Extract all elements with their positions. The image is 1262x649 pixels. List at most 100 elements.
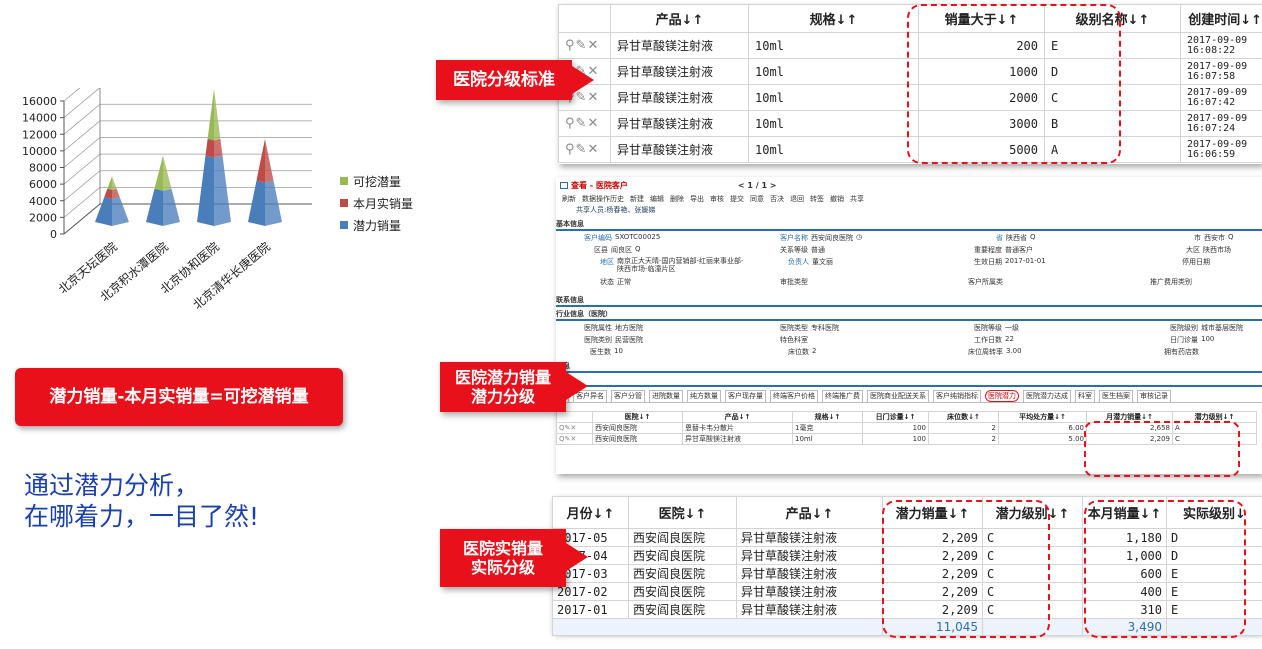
- legend-swatch-red: [340, 199, 348, 207]
- search-icon[interactable]: Q: [635, 245, 641, 255]
- col-header[interactable]: 规格↓↑: [792, 411, 863, 423]
- chart-legend: 可挖潜量 本月实销量 潜力销量: [340, 170, 413, 236]
- spec-cell: 10ml: [748, 58, 919, 85]
- legend-label: 潜力销量: [353, 218, 402, 233]
- record-pager[interactable]: < 1 / 1 >: [738, 181, 777, 190]
- field-label: 床位周转率: [968, 348, 1003, 356]
- field-label: 生效日期: [974, 258, 1002, 266]
- row-actions[interactable]: Q✎✕: [556, 422, 593, 434]
- tab[interactable]: 医生档案: [1099, 389, 1133, 402]
- pyramid-segment-right: [214, 138, 223, 158]
- toolbar-button[interactable]: 共享: [850, 194, 864, 204]
- col-header[interactable]: 床位数↓↑: [928, 411, 999, 423]
- totals-spacer: [552, 618, 883, 636]
- y-tick-label: 16000: [22, 95, 57, 108]
- grid-cell: 5.00: [998, 433, 1087, 445]
- search-icon[interactable]: Q: [1228, 233, 1234, 243]
- tab[interactable]: 客户现存量: [725, 389, 766, 402]
- col-header[interactable]: 平均处方量↓↑: [998, 411, 1087, 423]
- gridline: [63, 120, 312, 152]
- toolbar-button[interactable]: 导出: [690, 194, 704, 204]
- field-label: 客户名称: [780, 234, 808, 242]
- y-tick-label: 2000: [29, 211, 57, 224]
- tab[interactable]: 医院潜力: [985, 389, 1019, 402]
- toolbar-button[interactable]: 否决: [770, 194, 784, 204]
- toolbar-button[interactable]: 数据操作历史: [582, 194, 624, 204]
- field-label: 客户所属类: [968, 278, 1003, 286]
- industry-info-fields: 医院属性 地方医院 医院类型 专科医院 医院等级 一级 医院级别 城市基层医院 医院类别…: [556, 323, 1262, 359]
- tab[interactable]: 进院数量: [649, 389, 683, 402]
- toolbar-button[interactable]: 同意: [750, 194, 764, 204]
- customer-name-value: 西安阎良医院: [811, 234, 853, 242]
- field-label: 医院等级: [974, 324, 1002, 332]
- gridline: [63, 153, 312, 185]
- field-label: 特色科室: [780, 336, 808, 344]
- toolbar-button[interactable]: 新建: [630, 194, 644, 204]
- product-cell: 异甘草酸镁注射液: [610, 84, 749, 111]
- delete-icon[interactable]: ✕: [587, 142, 599, 157]
- potential-sales-highlight: [882, 500, 1050, 638]
- col-header[interactable]: 日门诊量↓↑: [862, 411, 929, 423]
- search-icon[interactable]: ⚲: [565, 116, 576, 131]
- toolbar-button[interactable]: 提交: [730, 194, 744, 204]
- grid-cell: 西安阎良医院: [592, 422, 683, 434]
- tab[interactable]: 医院潜力达成: [1023, 389, 1071, 402]
- effective-date-value: 2017-01-01: [1005, 257, 1046, 265]
- pyramid-segment-left: [256, 138, 265, 183]
- edit-icon[interactable]: ✎: [576, 116, 588, 131]
- col-header-spec[interactable]: 规格↓↑: [748, 4, 919, 33]
- tab[interactable]: 科室: [1075, 389, 1095, 402]
- pyramid-segment-right: [163, 155, 172, 191]
- field-label: 医院类型: [780, 324, 808, 332]
- col-header-created-time[interactable]: 创建时间↓↑: [1180, 4, 1262, 33]
- toolbar-button[interactable]: 刷新: [562, 194, 576, 204]
- tab[interactable]: 客户纯销指标: [933, 389, 981, 402]
- col-header[interactable]: 月份↓↑: [552, 496, 629, 529]
- col-header[interactable]: 产品↓↑: [736, 496, 883, 529]
- toolbar-button[interactable]: 删除: [670, 194, 684, 204]
- col-header[interactable]: 产品↓↑: [682, 411, 793, 423]
- grid-cell: 异甘草酸镁注射液: [736, 546, 883, 565]
- product-cell: 异甘草酸镁注射液: [610, 136, 749, 163]
- tab[interactable]: 审核记录: [1137, 389, 1171, 402]
- search-icon[interactable]: Q: [1030, 233, 1036, 243]
- grid-cell: 异甘草酸镁注射液: [736, 528, 883, 547]
- province-value: 陕西省: [1006, 234, 1027, 242]
- toolbar-button[interactable]: 撤销: [830, 194, 844, 204]
- field-label: 停用日期: [1182, 258, 1210, 266]
- section-basic-info: 基本信息: [556, 219, 1262, 231]
- toolbar-button[interactable]: 编辑: [650, 194, 664, 204]
- search-icon[interactable]: ⚲: [565, 142, 576, 157]
- edit-icon[interactable]: ✎: [576, 38, 588, 53]
- tab[interactable]: 终端客户价格: [770, 389, 818, 402]
- toolbar-button[interactable]: 退回: [790, 194, 804, 204]
- clock-icon[interactable]: ◷: [856, 233, 862, 243]
- pyramid-segment-left: [197, 155, 214, 226]
- section-misc-2: 信息: [556, 375, 1262, 387]
- col-header[interactable]: 医院↓↑: [628, 496, 737, 529]
- pyramid-segment-left: [146, 188, 163, 226]
- edit-icon[interactable]: ✎: [576, 142, 588, 157]
- row-actions[interactable]: Q✎✕: [556, 433, 593, 445]
- tab[interactable]: 终端推广费: [822, 389, 863, 402]
- col-header[interactable]: 医院↓↑: [592, 411, 683, 423]
- grid-cell: 西安阎良医院: [628, 564, 737, 583]
- time-cell: 2017-09-09 16:07:42: [1180, 84, 1262, 111]
- field-label: 医院级别: [1170, 324, 1198, 332]
- toolbar-button[interactable]: 审核: [710, 194, 724, 204]
- tab[interactable]: 纯方数量: [687, 389, 721, 402]
- field-label: 区县: [594, 246, 608, 254]
- delete-icon[interactable]: ✕: [587, 116, 599, 131]
- tab[interactable]: 客户分管: [611, 389, 645, 402]
- search-icon[interactable]: ⚲: [565, 38, 576, 53]
- legend-label: 本月实销量: [353, 196, 414, 211]
- customer-code-value: SXOTC00025: [615, 233, 661, 241]
- delete-icon[interactable]: ✕: [587, 38, 599, 53]
- actual-arrow: [566, 543, 588, 571]
- col-header-product[interactable]: 产品↓↑: [610, 4, 749, 33]
- pyramid-segment-left: [107, 176, 112, 190]
- toolbar-button[interactable]: 转签: [810, 194, 824, 204]
- grid-cell: 西安阎良医院: [628, 582, 737, 601]
- tab[interactable]: 医院商业配送关系: [867, 389, 929, 402]
- spec-cell: 10ml: [748, 110, 919, 137]
